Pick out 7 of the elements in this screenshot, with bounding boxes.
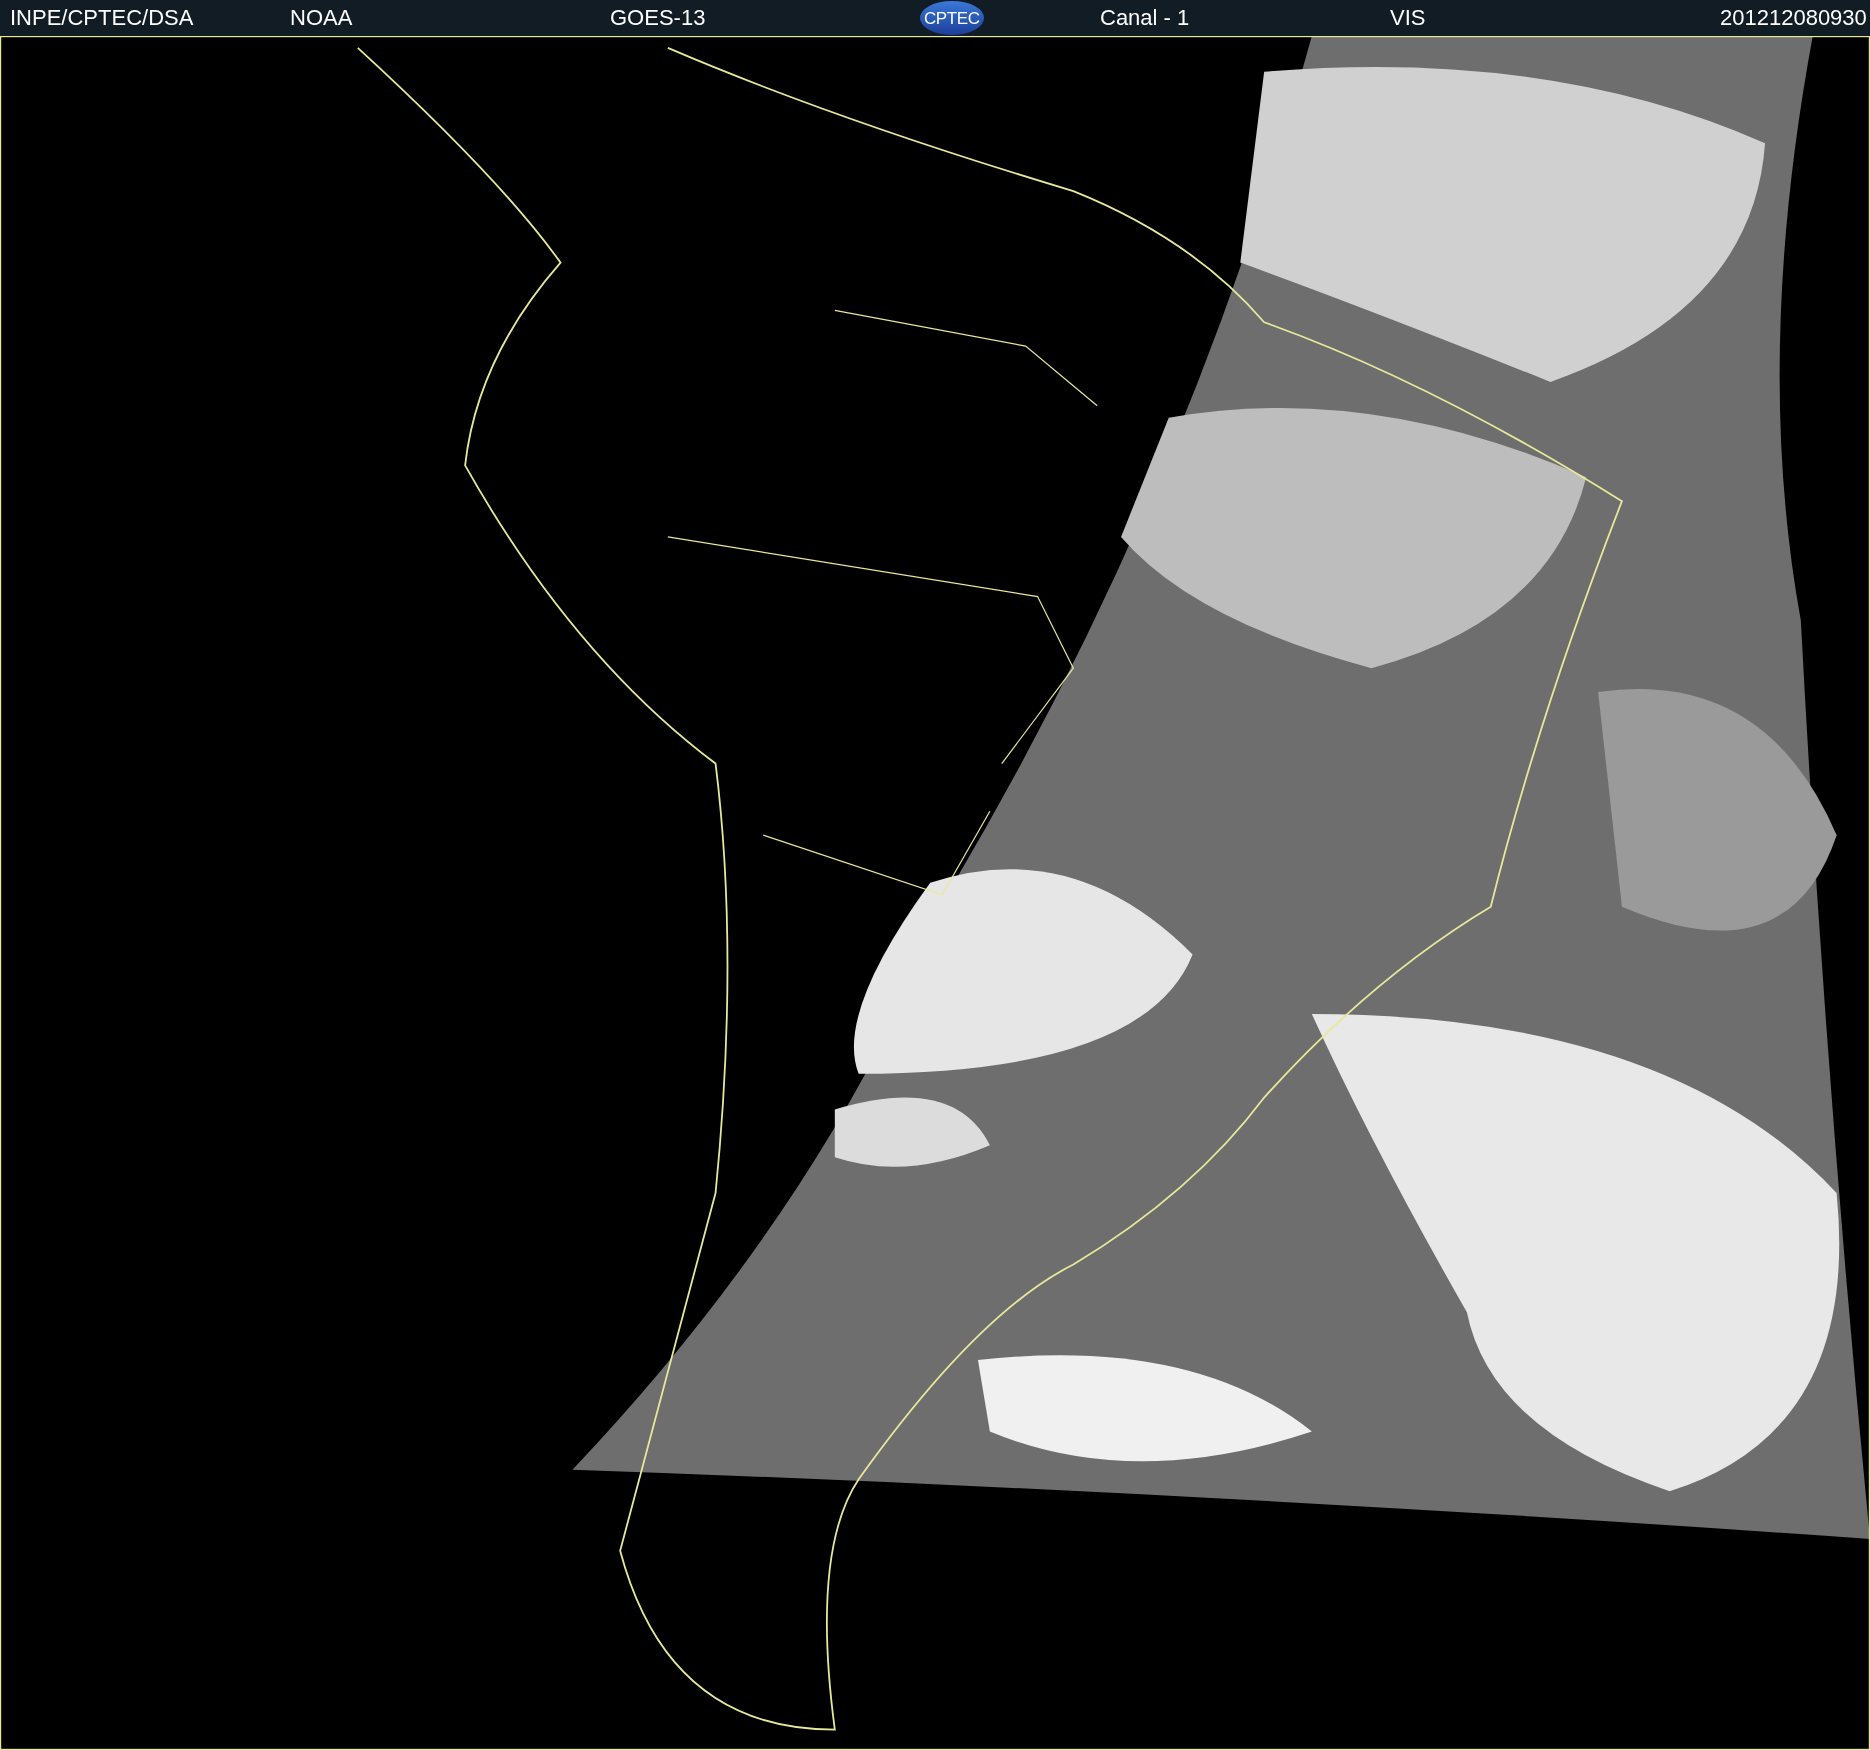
header-label: Canal - 1 bbox=[1100, 7, 1190, 29]
agency-logo: CPTEC bbox=[920, 1, 984, 35]
header-label: VIS bbox=[1390, 7, 1426, 29]
header-label: 201212080930 bbox=[1720, 7, 1867, 29]
header-label: INPE/CPTEC/DSA bbox=[10, 7, 194, 29]
header-label: NOAA bbox=[290, 7, 353, 29]
header-label: GOES-13 bbox=[610, 7, 706, 29]
